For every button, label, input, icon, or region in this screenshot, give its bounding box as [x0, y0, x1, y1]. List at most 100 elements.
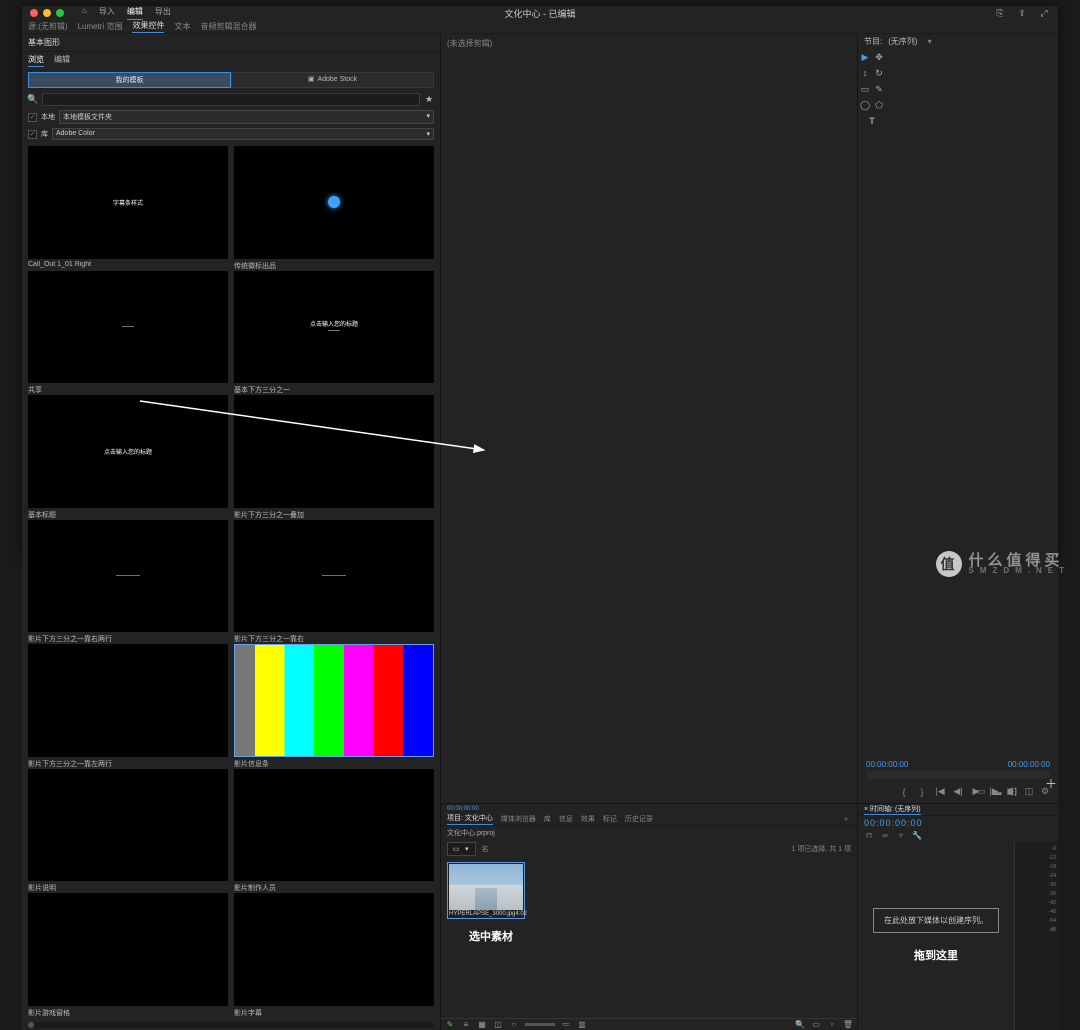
panel-title: 基本图形 — [22, 34, 440, 52]
share-icon[interactable]: ⇪ — [1016, 7, 1028, 19]
template-item[interactable]: 影片制作人员 — [234, 769, 434, 892]
drop-media-target[interactable]: 在此处放下媒体以创建序列。 — [873, 908, 999, 933]
eg-tab-browse[interactable]: 浏览 — [28, 54, 44, 67]
program-monitor-panel: 节目: (无序列) ▾ ▶ ✥ ↕ ↻ ▭ ✎ ◯ ⬠ — [858, 34, 1058, 803]
home-button[interactable]: ⌂ — [82, 6, 87, 20]
rectangle-tool-icon[interactable]: ▭ — [860, 84, 870, 94]
go-to-in-icon[interactable]: |◀ — [935, 787, 945, 797]
eg-tab-edit[interactable]: 编辑 — [54, 54, 70, 67]
linked-selection-icon[interactable]: ∞ — [880, 831, 890, 841]
template-item[interactable]: ————影片下方三分之一靠右 — [234, 520, 434, 643]
list-view-icon[interactable]: ≡ — [461, 1019, 471, 1029]
quick-export-icon[interactable]: ⎘ — [994, 7, 1006, 19]
new-bin-icon[interactable]: ▭ — [811, 1019, 821, 1029]
templates-stock-tab[interactable]: ▣Adobe Stock — [231, 72, 434, 88]
program-video-area[interactable] — [886, 49, 1058, 760]
zoom-slider[interactable] — [525, 1023, 555, 1026]
fullscreen-icon[interactable]: ⤢ — [1038, 7, 1050, 19]
tab-media-browser[interactable]: 媒体浏览器 — [501, 814, 536, 824]
template-thumb: 字幕条样式 — [28, 146, 228, 259]
find-icon[interactable]: 🔍 — [795, 1019, 805, 1029]
template-thumb: ———— — [28, 520, 228, 633]
template-item[interactable]: 影片下方三分之一叠加 — [234, 395, 434, 518]
marker-icon[interactable]: ▿ — [896, 831, 906, 841]
library-dropdown[interactable]: Adobe Color▾ — [52, 128, 434, 140]
tab-lumetri-scopes[interactable]: Lumetri 范围 — [78, 21, 123, 32]
library-filter-checkbox[interactable]: ✓ — [28, 130, 37, 139]
close-button[interactable] — [30, 9, 38, 17]
type-tool-icon[interactable]: T — [867, 116, 877, 126]
lift-icon[interactable]: ▭ — [976, 787, 986, 797]
automate-icon[interactable]: ▥ — [577, 1019, 587, 1029]
sort-icon[interactable]: ≔ — [561, 1019, 571, 1029]
template-item[interactable]: 点击输入您的标题基本标题 — [28, 395, 228, 518]
tab-history[interactable]: 历史记录 — [625, 814, 653, 824]
tab-audio-mixer[interactable]: 音频剪辑混合器 — [200, 21, 256, 32]
zoom-button[interactable] — [56, 9, 64, 17]
snap-icon[interactable]: ⊓ — [864, 831, 874, 841]
favorite-filter-icon[interactable]: ★ — [424, 95, 434, 105]
nav-import[interactable]: 导入 — [99, 6, 115, 20]
panel-menu-icon[interactable]: » — [841, 814, 851, 824]
extract-icon[interactable]: ▬ — [992, 787, 1002, 797]
local-filter-checkbox[interactable]: ✓ — [28, 113, 37, 122]
nav-export[interactable]: 导出 — [155, 6, 171, 20]
template-item[interactable]: 影片下方三分之一靠左两行 — [28, 644, 228, 767]
export-frame-icon[interactable]: ◧ — [1008, 787, 1018, 797]
clip-thumbnail[interactable]: HYPERLAPSE_3000.jpg 4:02 — [447, 862, 525, 919]
local-folder-dropdown[interactable]: 本地模板文件夹▾ — [59, 110, 434, 124]
template-search-input[interactable] — [42, 93, 420, 106]
tab-effects[interactable]: 效果 — [581, 814, 595, 824]
polygon-tool-icon[interactable]: ⬠ — [874, 100, 884, 110]
tab-project[interactable]: 项目: 文化中心 — [447, 813, 493, 825]
ellipse-tool-icon[interactable]: ◯ — [860, 100, 870, 110]
template-item[interactable]: 点击输入您的标题 ——基本下方三分之一 — [234, 271, 434, 394]
vertical-type-tool-icon[interactable]: ↕ — [860, 68, 870, 78]
col-name: 名 — [482, 844, 489, 854]
source-tc: 00:00:00:00 — [441, 804, 857, 814]
template-item[interactable]: 影片游戏窗格 — [28, 893, 228, 1016]
tab-source-noclip[interactable]: 源:(无剪辑) — [28, 21, 68, 32]
program-scrubber[interactable] — [866, 771, 1050, 779]
tab-markers[interactable]: 标记 — [603, 814, 617, 824]
bin-dropdown[interactable]: ▭ ▾ — [447, 842, 476, 856]
template-item[interactable]: ——共享 — [28, 271, 228, 394]
tab-effect-controls[interactable]: 效果控件 — [132, 20, 164, 33]
templates-mine-tab[interactable]: 我的模板 — [28, 72, 231, 88]
freeform-view-icon[interactable]: ◫ — [493, 1019, 503, 1029]
template-item[interactable]: 字幕条样式Call_Out 1_01 Right — [28, 146, 228, 269]
settings-wrench-icon[interactable]: 🔧 — [912, 831, 922, 841]
template-item[interactable]: 影片字幕 — [234, 893, 434, 1016]
hand-tool-icon[interactable]: ✥ — [874, 52, 884, 62]
selection-tool-icon[interactable]: ▶ — [860, 52, 870, 62]
meter-tick: -36 — [1049, 891, 1056, 898]
template-item[interactable]: 影片信息条 — [234, 644, 434, 767]
pen-tool-icon[interactable]: ✎ — [874, 84, 884, 94]
minimize-button[interactable] — [43, 9, 51, 17]
template-item[interactable]: 传统徽标出品 — [234, 146, 434, 269]
step-back-icon[interactable]: ◀| — [953, 787, 963, 797]
nav-edit[interactable]: 编辑 — [127, 6, 143, 20]
icon-view-icon[interactable]: ▦ — [477, 1019, 487, 1029]
compare-icon[interactable]: ◫ — [1024, 787, 1034, 797]
mark-in-icon[interactable]: { — [899, 787, 909, 797]
template-item[interactable]: 影片说明 — [28, 769, 228, 892]
timeline-tab[interactable]: × 时间轴: (无序列) — [864, 804, 921, 815]
template-label: 影片下方三分之一靠右两行 — [28, 634, 228, 642]
button-editor-icon[interactable]: ＋ — [1046, 779, 1056, 789]
tab-library[interactable]: 库 — [544, 814, 551, 824]
meter-tick: -54 — [1049, 918, 1056, 925]
traffic-lights — [22, 9, 64, 17]
tab-text[interactable]: 文本 — [174, 21, 190, 32]
template-item[interactable]: ————影片下方三分之一靠右两行 — [28, 520, 228, 643]
template-thumb — [234, 146, 434, 259]
mark-out-icon[interactable]: } — [917, 787, 927, 797]
eg-scrollbar[interactable] — [28, 1022, 434, 1028]
tab-info[interactable]: 信息 — [559, 814, 573, 824]
template-thumb — [234, 893, 434, 1006]
rotate-tool-icon[interactable]: ↻ — [874, 68, 884, 78]
zoom-slider-icon[interactable]: ○ — [509, 1019, 519, 1029]
new-item-icon[interactable]: ✎ — [445, 1019, 455, 1029]
clear-icon[interactable]: 🗑 — [843, 1019, 853, 1029]
new-item-menu-icon[interactable]: ▫ — [827, 1019, 837, 1029]
